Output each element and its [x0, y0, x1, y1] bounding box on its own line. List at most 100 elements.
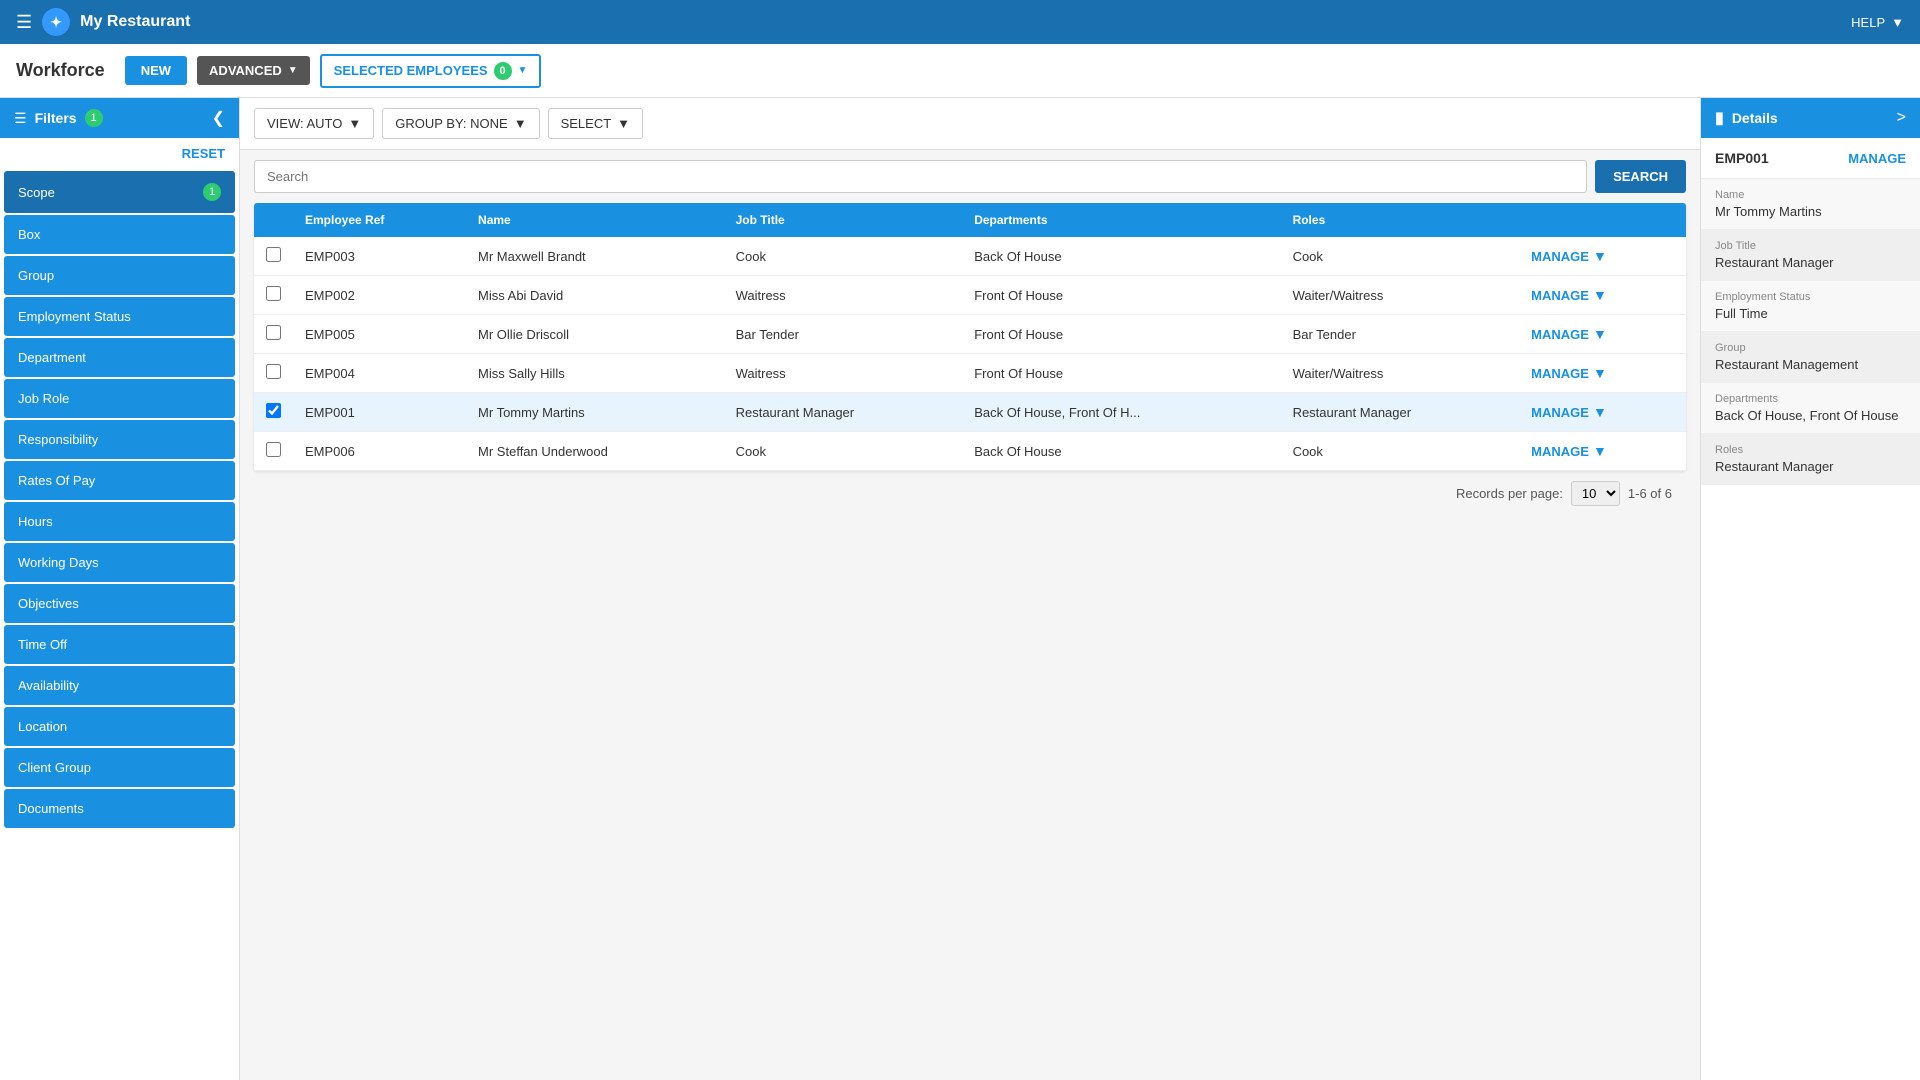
row-action-chevron-icon[interactable]: ▼	[1593, 443, 1607, 459]
row-checkbox[interactable]	[266, 286, 281, 301]
row-action-chevron-icon[interactable]: ▼	[1593, 404, 1607, 420]
filter-icon: ☰	[14, 110, 27, 127]
details-emp-id: EMP001	[1715, 150, 1769, 166]
detail-value: Full Time	[1715, 306, 1906, 321]
selected-employees-button[interactable]: SELECTED EMPLOYEES 0 ▼	[320, 54, 542, 88]
view-chevron-icon: ▼	[348, 116, 361, 131]
sidebar-reset-button[interactable]: RESET	[0, 138, 239, 169]
detail-label: Roles	[1715, 444, 1906, 456]
row-checkbox[interactable]	[266, 325, 281, 340]
sidebar-item-client-group[interactable]: Client Group	[4, 748, 235, 787]
sidebar-item-documents[interactable]: Documents	[4, 789, 235, 828]
select-button[interactable]: SELECT ▼	[548, 108, 643, 139]
content-area: VIEW: AUTO ▼ GROUP BY: NONE ▼ SELECT ▼ S…	[240, 98, 1700, 1080]
sidebar-item-box[interactable]: Box	[4, 215, 235, 254]
row-departments: Front Of House	[962, 276, 1280, 315]
row-manage-button[interactable]: MANAGE	[1531, 444, 1589, 459]
content-toolbar: VIEW: AUTO ▼ GROUP BY: NONE ▼ SELECT ▼	[240, 98, 1700, 150]
sidebar-item-time-off[interactable]: Time Off	[4, 625, 235, 664]
sidebar-filter-badge: 1	[85, 109, 103, 127]
hamburger-icon[interactable]: ☰	[16, 12, 32, 33]
sidebar-item-documents-label: Documents	[18, 801, 84, 816]
detail-value: Restaurant Manager	[1715, 255, 1906, 270]
pagination-range: 1-6 of 6	[1628, 486, 1672, 501]
detail-label: Employment Status	[1715, 291, 1906, 303]
new-button[interactable]: NEW	[125, 56, 187, 85]
sidebar-item-department[interactable]: Department	[4, 338, 235, 377]
row-manage-button[interactable]: MANAGE	[1531, 249, 1589, 264]
table-col-actions	[1519, 203, 1686, 237]
detail-value: Restaurant Management	[1715, 357, 1906, 372]
row-actions: MANAGE ▼	[1519, 237, 1686, 276]
help-label[interactable]: HELP	[1851, 15, 1885, 30]
details-expand-icon[interactable]: >	[1897, 109, 1906, 127]
sidebar-item-location-label: Location	[18, 719, 67, 734]
row-action-chevron-icon[interactable]: ▼	[1593, 365, 1607, 381]
sidebar-collapse-icon[interactable]: ❮	[212, 108, 225, 128]
app-logo: ✦	[42, 8, 70, 36]
row-name: Mr Ollie Driscoll	[466, 315, 724, 354]
table-row: EMP001 Mr Tommy Martins Restaurant Manag…	[254, 393, 1686, 432]
row-action-chevron-icon[interactable]: ▼	[1593, 326, 1607, 342]
row-checkbox-cell	[254, 237, 293, 276]
group-by-button[interactable]: GROUP BY: NONE ▼	[382, 108, 539, 139]
row-checkbox[interactable]	[266, 403, 281, 418]
row-manage-button[interactable]: MANAGE	[1531, 366, 1589, 381]
sidebar-item-box-label: Box	[18, 227, 40, 242]
advanced-label: ADVANCED	[209, 63, 282, 78]
search-bar: SEARCH	[240, 150, 1700, 203]
records-per-page-label: Records per page:	[1456, 486, 1563, 501]
details-emp-id-row: EMP001 MANAGE	[1701, 138, 1920, 179]
sidebar-header-title: Filters	[35, 110, 77, 126]
sidebar-item-scope[interactable]: Scope 1	[4, 171, 235, 213]
sidebar-item-responsibility[interactable]: Responsibility	[4, 420, 235, 459]
row-manage-button[interactable]: MANAGE	[1531, 288, 1589, 303]
row-action-chevron-icon[interactable]: ▼	[1593, 287, 1607, 303]
table-row: EMP005 Mr Ollie Driscoll Bar Tender Fron…	[254, 315, 1686, 354]
row-ref: EMP006	[293, 432, 466, 471]
selected-employees-label: SELECTED EMPLOYEES	[334, 63, 488, 78]
help-chevron-icon[interactable]: ▼	[1891, 15, 1904, 30]
row-checkbox[interactable]	[266, 364, 281, 379]
row-job-title: Bar Tender	[724, 315, 963, 354]
row-roles: Cook	[1281, 432, 1520, 471]
row-manage-button[interactable]: MANAGE	[1531, 327, 1589, 342]
row-action-chevron-icon[interactable]: ▼	[1593, 248, 1607, 264]
sidebar-item-job-role[interactable]: Job Role	[4, 379, 235, 418]
sidebar-item-objectives[interactable]: Objectives	[4, 584, 235, 623]
details-icon: ▮	[1715, 108, 1724, 128]
sidebar-item-availability-label: Availability	[18, 678, 79, 693]
selected-employees-chevron-icon: ▼	[518, 65, 528, 76]
sidebar-item-rates-of-pay[interactable]: Rates Of Pay	[4, 461, 235, 500]
sidebar-item-working-days[interactable]: Working Days	[4, 543, 235, 582]
details-header-left: ▮ Details	[1715, 108, 1778, 128]
table-col-departments: Departments	[962, 203, 1280, 237]
row-checkbox[interactable]	[266, 247, 281, 262]
sidebar-item-hours[interactable]: Hours	[4, 502, 235, 541]
table-col-roles: Roles	[1281, 203, 1520, 237]
details-manage-button[interactable]: MANAGE	[1848, 151, 1906, 166]
table-container: Employee Ref Name Job Title Departments …	[240, 203, 1700, 1080]
search-button[interactable]: SEARCH	[1595, 160, 1686, 193]
row-checkbox[interactable]	[266, 442, 281, 457]
table-header-row: Employee Ref Name Job Title Departments …	[254, 203, 1686, 237]
sidebar-item-availability[interactable]: Availability	[4, 666, 235, 705]
advanced-button[interactable]: ADVANCED ▼	[197, 56, 310, 85]
sidebar: ☰ Filters 1 ❮ RESET Scope 1 Box Group Em…	[0, 98, 240, 1080]
per-page-select[interactable]: 10 25 50	[1571, 481, 1620, 506]
page-toolbar: Workforce NEW ADVANCED ▼ SELECTED EMPLOY…	[0, 44, 1920, 98]
search-input[interactable]	[254, 160, 1587, 193]
table-col-ref: Employee Ref	[293, 203, 466, 237]
row-roles: Cook	[1281, 237, 1520, 276]
group-by-label: GROUP BY: NONE	[395, 116, 507, 131]
row-manage-button[interactable]: MANAGE	[1531, 405, 1589, 420]
view-button[interactable]: VIEW: AUTO ▼	[254, 108, 374, 139]
row-departments: Front Of House	[962, 354, 1280, 393]
sidebar-item-group[interactable]: Group	[4, 256, 235, 295]
top-nav-left: ☰ ✦ My Restaurant	[16, 8, 190, 36]
sidebar-item-location[interactable]: Location	[4, 707, 235, 746]
row-checkbox-cell	[254, 432, 293, 471]
sidebar-item-employment-status[interactable]: Employment Status	[4, 297, 235, 336]
group-by-chevron-icon: ▼	[514, 116, 527, 131]
table-col-job-title: Job Title	[724, 203, 963, 237]
